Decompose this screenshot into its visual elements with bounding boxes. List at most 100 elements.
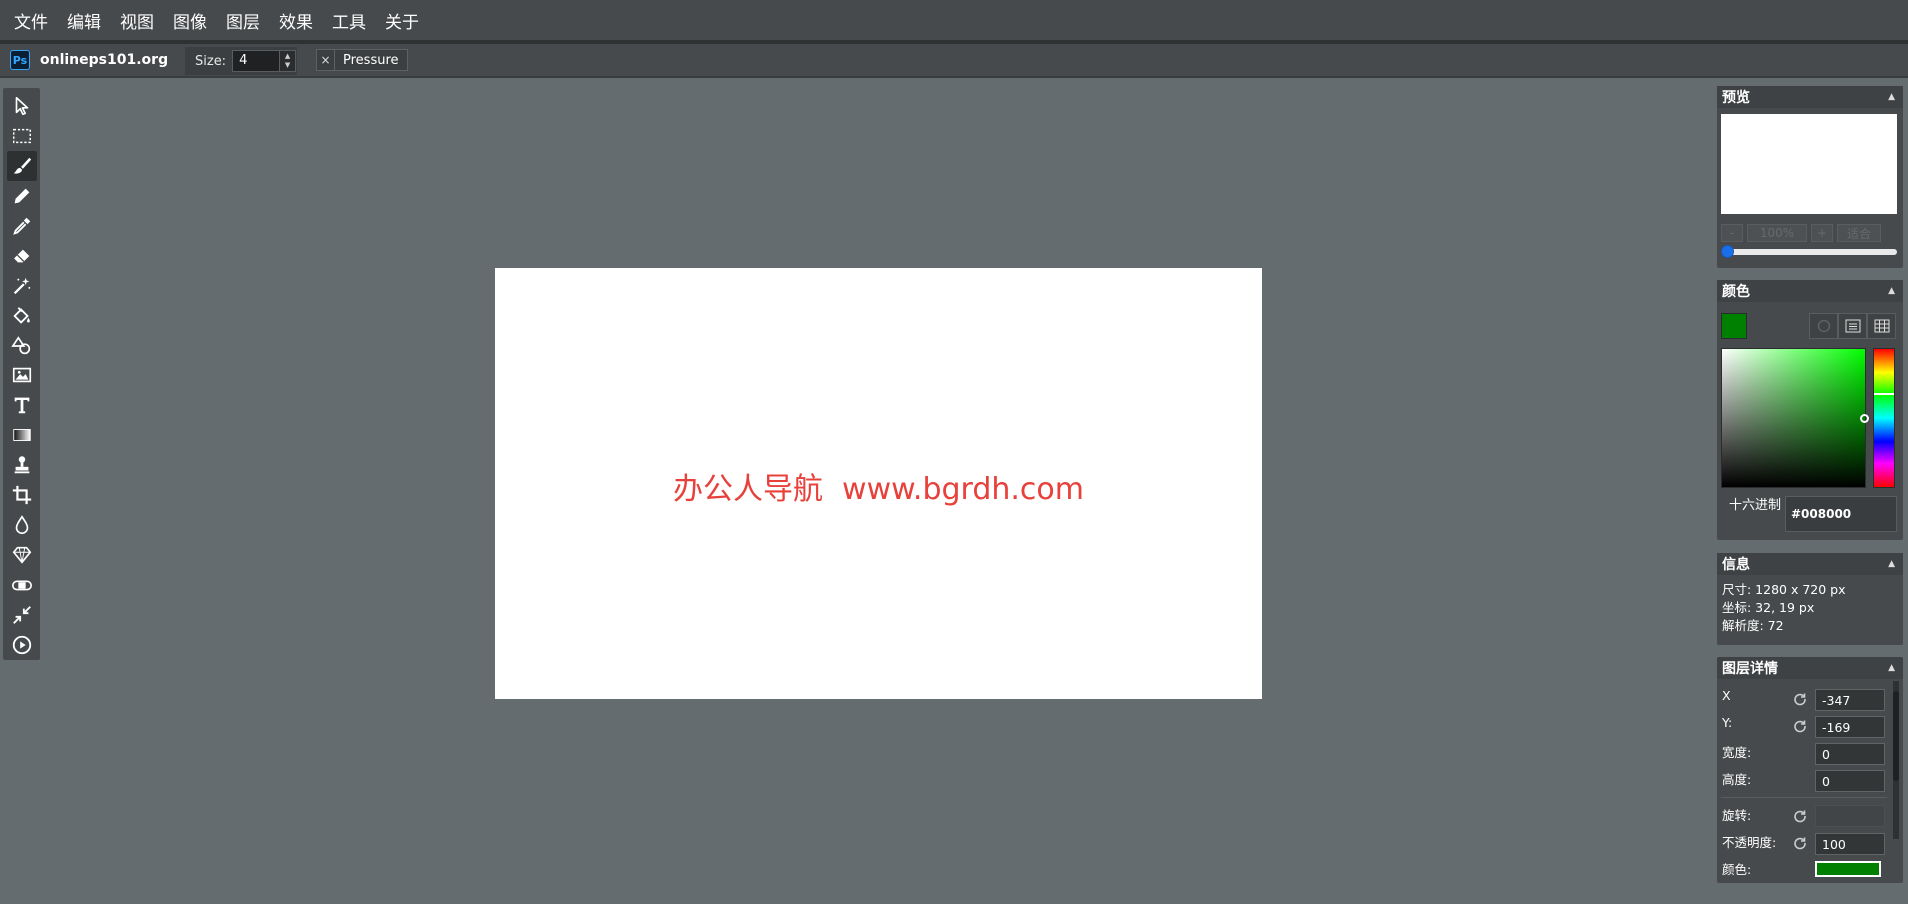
layer-height-input[interactable]: 0 — [1815, 770, 1885, 792]
gradient-icon — [12, 429, 31, 442]
layer-y-label: Y: — [1722, 715, 1733, 730]
animation-tool[interactable] — [7, 630, 37, 660]
image-tool[interactable] — [7, 361, 37, 391]
blur-tool[interactable] — [7, 510, 37, 540]
reset-icon[interactable] — [1793, 692, 1807, 706]
layer-y-input[interactable]: -169 — [1815, 716, 1885, 738]
magic-wand-icon — [13, 277, 30, 294]
current-color-swatch[interactable] — [1721, 313, 1747, 339]
zoom-out-button[interactable]: - — [1721, 224, 1743, 242]
layer-panel-scrollbar[interactable] — [1893, 681, 1899, 839]
info-panel-title: 信息 — [1722, 557, 1750, 573]
layer-x-row: X -347 — [1717, 688, 1903, 711]
diamond-icon — [12, 547, 31, 564]
collapse-icon[interactable]: ▲ — [1888, 286, 1895, 296]
preview-thumbnail[interactable] — [1721, 114, 1897, 214]
color-wheel-button[interactable] — [1809, 313, 1838, 339]
close-icon[interactable]: × — [317, 50, 335, 70]
layer-width-row: 宽度: 0 — [1717, 742, 1903, 765]
marquee-tool[interactable] — [7, 121, 37, 151]
color-picker-handle[interactable] — [1860, 414, 1869, 423]
gradient-tool[interactable] — [7, 420, 37, 450]
eraser-tool[interactable] — [7, 241, 37, 271]
reset-icon[interactable] — [1793, 809, 1807, 823]
zoom-slider-handle[interactable] — [1721, 245, 1734, 258]
sharpen-tool[interactable] — [7, 540, 37, 570]
layer-color-swatch[interactable] — [1815, 861, 1881, 877]
menu-view[interactable]: 视图 — [120, 8, 154, 33]
layer-x-label: X — [1722, 688, 1731, 703]
menu-edit[interactable]: 编辑 — [67, 8, 101, 33]
color-wheel-icon — [1817, 319, 1830, 333]
layer-width-label: 宽度: — [1722, 745, 1752, 760]
zoom-in-button[interactable]: + — [1811, 224, 1833, 242]
collapse-icon[interactable]: ▲ — [1888, 559, 1895, 569]
info-coords: 坐标: 32, 19 px — [1722, 600, 1815, 615]
stepper-down-icon[interactable]: ▼ — [285, 61, 290, 70]
size-input[interactable]: 4 — [232, 50, 281, 72]
layer-color-row: 颜色: — [1717, 859, 1903, 881]
resize-tool[interactable] — [7, 600, 37, 630]
info-size: 尺寸: 1280 x 720 px — [1722, 582, 1846, 597]
menu-file[interactable]: 文件 — [14, 8, 48, 33]
fill-tool[interactable] — [7, 301, 37, 331]
color-panel-header[interactable]: 颜色 ▲ — [1717, 280, 1903, 302]
menu-about[interactable]: 关于 — [385, 8, 419, 33]
color-panel: 颜色 ▲ 十六进制 #008000 — [1717, 280, 1903, 540]
menu-image[interactable]: 图像 — [173, 8, 207, 33]
crop-tool[interactable] — [7, 480, 37, 510]
menu-effects[interactable]: 效果 — [279, 8, 313, 33]
zoom-controls: - 100% + 适合 — [1721, 224, 1881, 242]
document-canvas[interactable]: 办公人导航 www.bgrdh.com — [495, 268, 1262, 699]
shapes-tool[interactable] — [7, 331, 37, 361]
menu-layer[interactable]: 图层 — [226, 8, 260, 33]
layer-x-input[interactable]: -347 — [1815, 689, 1885, 711]
color-list-button[interactable] — [1838, 313, 1867, 339]
zoom-slider[interactable] — [1721, 245, 1897, 258]
size-label: Size: — [195, 53, 227, 69]
brush-tool[interactable] — [6, 150, 37, 181]
hue-slider-handle[interactable] — [1874, 393, 1894, 395]
hex-input[interactable]: #008000 — [1785, 496, 1897, 532]
fit-button[interactable]: 适合 — [1837, 224, 1881, 242]
tools-toolbar — [3, 88, 40, 660]
canvas-text-layer: 办公人导航 www.bgrdh.com — [672, 472, 1085, 507]
preview-panel-header[interactable]: 预览 ▲ — [1717, 86, 1903, 108]
shrink-arrows-icon — [12, 606, 31, 624]
options-bar: Ps onlineps101.org Size: 4 ▲ ▼ × Pressur… — [0, 44, 1908, 78]
pencil-tool[interactable] — [7, 181, 37, 211]
reset-icon[interactable] — [1793, 836, 1807, 850]
pressure-toggle[interactable]: × Pressure — [316, 49, 408, 71]
magic-wand-tool[interactable] — [7, 271, 37, 301]
pencil-icon — [14, 188, 29, 204]
collapse-icon[interactable]: ▲ — [1888, 663, 1895, 673]
move-tool[interactable] — [7, 91, 37, 121]
info-panel-header[interactable]: 信息 ▲ — [1717, 553, 1903, 575]
layer-panel-header[interactable]: 图层详情 ▲ — [1717, 657, 1903, 679]
swatch-grid-button[interactable] — [1867, 313, 1896, 339]
layer-opacity-input[interactable]: 100 — [1815, 833, 1885, 855]
hex-label: 十六进制 — [1729, 498, 1782, 513]
droplet-icon — [15, 515, 28, 535]
ps-logo-icon: Ps — [10, 50, 30, 70]
stamp-tool[interactable] — [7, 450, 37, 480]
layer-width-input[interactable]: 0 — [1815, 743, 1885, 765]
size-stepper[interactable]: ▲ ▼ — [280, 50, 297, 72]
text-icon — [14, 398, 29, 414]
collapse-icon[interactable]: ▲ — [1888, 92, 1895, 102]
stepper-up-icon[interactable]: ▲ — [285, 52, 290, 61]
scrollbar-thumb[interactable] — [1893, 691, 1899, 781]
layer-divider — [1721, 797, 1887, 798]
menu-tools[interactable]: 工具 — [332, 8, 366, 33]
text-tool[interactable] — [7, 391, 37, 421]
reset-icon[interactable] — [1793, 719, 1807, 733]
hue-slider[interactable] — [1873, 348, 1895, 488]
cursor-arrow-icon — [15, 96, 28, 115]
smudge-tool[interactable] — [7, 570, 37, 600]
eyedropper-tool[interactable] — [7, 211, 37, 241]
site-name[interactable]: onlineps101.org — [40, 52, 168, 68]
layer-rotate-input[interactable] — [1815, 805, 1885, 827]
preview-panel: 预览 ▲ - 100% + 适合 — [1717, 86, 1903, 268]
saturation-value-picker[interactable] — [1721, 348, 1869, 488]
zoom-value[interactable]: 100% — [1747, 224, 1807, 242]
